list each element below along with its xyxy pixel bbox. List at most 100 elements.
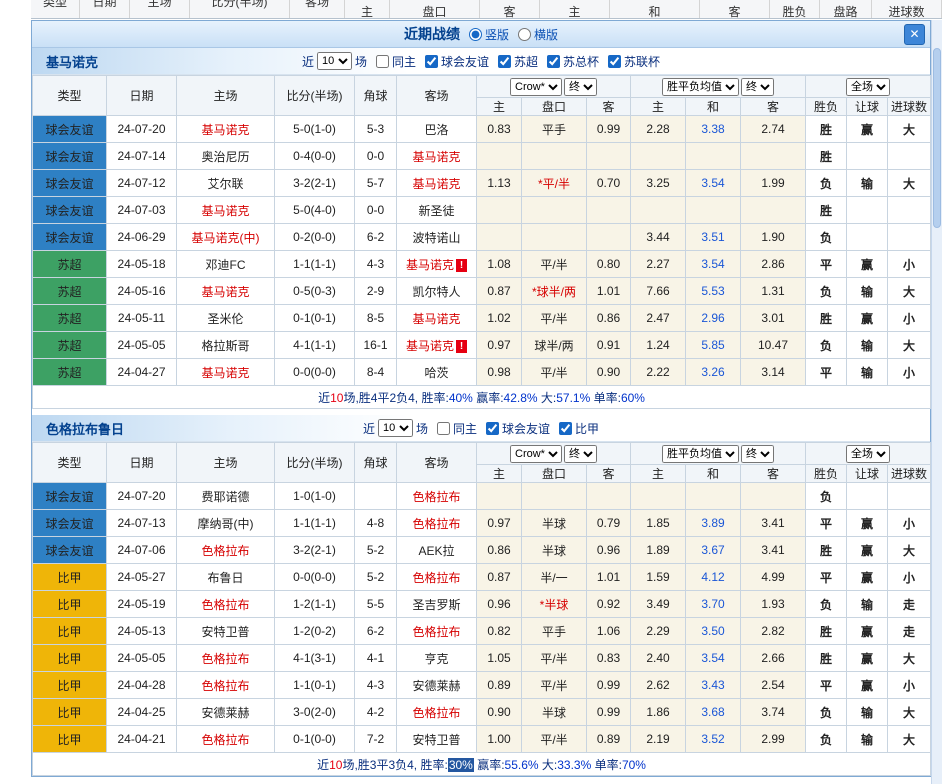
- score: 3-2(2-1): [275, 537, 355, 564]
- match-date: 24-04-21: [107, 726, 177, 753]
- odds-time-select[interactable]: 终: [564, 78, 597, 96]
- vertical-label: 竖版: [485, 26, 509, 43]
- scope-group-header: 全场: [806, 76, 931, 98]
- filter-比甲[interactable]: 比甲: [553, 420, 599, 437]
- goals-result: 小: [888, 251, 931, 278]
- section-header-0: 基马诺克近10场同主球会友谊苏超苏总杯苏联杯: [32, 48, 930, 75]
- crown-home-odds: [477, 197, 522, 224]
- col-header: 类型: [33, 443, 107, 483]
- filter-苏超[interactable]: 苏超: [492, 53, 538, 70]
- avg-home-odds: [631, 197, 686, 224]
- avg-type-select[interactable]: 胜平负均值: [662, 78, 739, 96]
- sub-col-header: 盘口: [522, 465, 587, 483]
- vertical-scrollbar[interactable]: [931, 20, 942, 784]
- avg-draw-odds: 3.54: [686, 645, 741, 672]
- avg-home-odds: 1.24: [631, 332, 686, 359]
- filter-同主[interactable]: 同主: [431, 420, 477, 437]
- sub-col-header: 和: [686, 98, 741, 116]
- avg-away-odds: 3.41: [741, 537, 806, 564]
- avg-away-odds: [741, 197, 806, 224]
- scope-select[interactable]: 全场: [846, 78, 890, 96]
- crown-away-odds: 0.70: [587, 170, 631, 197]
- match-type-badge: 苏超: [33, 251, 107, 278]
- filter-checkbox[interactable]: [486, 422, 499, 435]
- avg-away-odds: 2.86: [741, 251, 806, 278]
- avg-type-select[interactable]: 胜平负均值: [662, 445, 739, 463]
- team-name: 摩纳哥(中): [198, 517, 254, 531]
- corner-score: 5-5: [355, 591, 397, 618]
- team-name: 基马诺克: [406, 258, 454, 272]
- filter-checkbox[interactable]: [498, 55, 511, 68]
- odds-source-select[interactable]: Crow*: [510, 78, 562, 96]
- recent-count-select[interactable]: 10: [378, 419, 413, 437]
- avg-home-odds: 2.62: [631, 672, 686, 699]
- filter-checkbox[interactable]: [425, 55, 438, 68]
- vertical-radio[interactable]: [469, 28, 482, 41]
- away-team: 色格拉布: [397, 564, 477, 591]
- match-row: 球会友谊24-07-14奥治尼历0-4(0-0)0-0基马诺克胜: [33, 143, 931, 170]
- filter-checkbox[interactable]: [376, 55, 389, 68]
- filter-球会友谊[interactable]: 球会友谊: [419, 53, 489, 70]
- match-row: 苏超24-05-18邓迪FC1-1(1-1)4-3基马诺克!1.08平/半0.8…: [33, 251, 931, 278]
- crown-away-odds: 0.96: [587, 537, 631, 564]
- filter-球会友谊[interactable]: 球会友谊: [480, 420, 550, 437]
- crown-away-odds: 0.91: [587, 332, 631, 359]
- avg-group-header: 胜平负均值终: [631, 443, 806, 465]
- summary-prefix: 近: [317, 758, 329, 772]
- avg-home-odds: 1.89: [631, 537, 686, 564]
- match-row: 比甲24-05-27布鲁日0-0(0-0)5-2色格拉布0.87半/一1.011…: [33, 564, 931, 591]
- filter-checkbox[interactable]: [559, 422, 572, 435]
- avg-home-odds: 2.29: [631, 618, 686, 645]
- scrollbar-thumb[interactable]: [933, 48, 941, 228]
- crown-away-odds: 0.80: [587, 251, 631, 278]
- match-type-badge: 比甲: [33, 618, 107, 645]
- away-team: 基马诺克!: [397, 332, 477, 359]
- avg-home-odds: 3.49: [631, 591, 686, 618]
- win-lose-result: 胜: [806, 143, 847, 170]
- away-team: 巴洛: [397, 116, 477, 143]
- filter-苏总杯[interactable]: 苏总杯: [541, 53, 599, 70]
- corner-score: 8-4: [355, 359, 397, 386]
- filter-checkbox[interactable]: [547, 55, 560, 68]
- view-option-vertical[interactable]: 竖版: [469, 26, 509, 43]
- crown-away-odds: 0.86: [587, 305, 631, 332]
- home-team: 色格拉布: [177, 672, 275, 699]
- avg-home-odds: 7.66: [631, 278, 686, 305]
- filter-同主[interactable]: 同主: [370, 53, 416, 70]
- filter-label: 球会友谊: [441, 53, 489, 70]
- avg-draw-odds: 3.54: [686, 251, 741, 278]
- team-name: 凯尔特人: [412, 285, 460, 299]
- odds-source-select[interactable]: Crow*: [510, 445, 562, 463]
- sub-col-header: 让球: [847, 98, 888, 116]
- home-team: 费耶诺德: [177, 483, 275, 510]
- odds-time-select[interactable]: 终: [564, 445, 597, 463]
- summary-stat-value: 57.1%: [556, 391, 590, 405]
- summary-stat-value: 42.8%: [504, 391, 538, 405]
- team-name: 巴洛: [424, 123, 448, 137]
- match-type-badge: 苏超: [33, 332, 107, 359]
- scope-select[interactable]: 全场: [846, 445, 890, 463]
- away-team: 圣吉罗斯: [397, 591, 477, 618]
- filter-checkbox[interactable]: [437, 422, 450, 435]
- filter-苏联杯[interactable]: 苏联杯: [602, 53, 660, 70]
- close-icon[interactable]: ✕: [904, 24, 925, 45]
- corner-score: 16-1: [355, 332, 397, 359]
- corner-score: 7-2: [355, 726, 397, 753]
- horizontal-radio[interactable]: [518, 28, 531, 41]
- recent-count-select[interactable]: 10: [317, 52, 352, 70]
- view-option-horizontal[interactable]: 横版: [518, 26, 558, 43]
- avg-time-select[interactable]: 终: [741, 78, 774, 96]
- team-name: 哈茨: [424, 366, 448, 380]
- handicap-result: 赢: [847, 672, 888, 699]
- filter-checkbox[interactable]: [608, 55, 621, 68]
- corner-score: 4-8: [355, 510, 397, 537]
- match-date: 24-07-14: [107, 143, 177, 170]
- sub-col-header: 客: [741, 465, 806, 483]
- avg-time-select[interactable]: 终: [741, 445, 774, 463]
- match-row: 苏超24-05-05格拉斯哥4-1(1-1)16-1基马诺克!0.97球半/两0…: [33, 332, 931, 359]
- match-type-badge: 球会友谊: [33, 143, 107, 170]
- avg-away-odds: 3.01: [741, 305, 806, 332]
- goals-result: 小: [888, 510, 931, 537]
- bg-col-5: 主: [345, 0, 390, 18]
- team-title: 基马诺克: [46, 52, 98, 71]
